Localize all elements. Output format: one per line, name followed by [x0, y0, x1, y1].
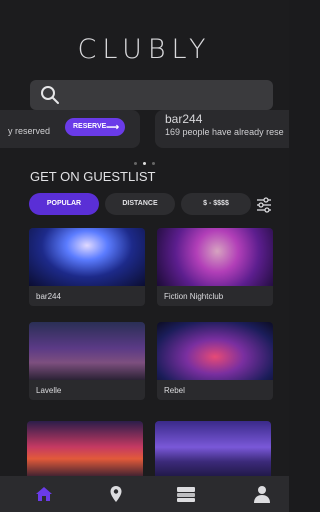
- tickets-icon[interactable]: [176, 484, 196, 504]
- reserve-label: RESERVE: [73, 123, 107, 130]
- home-icon[interactable]: [34, 484, 54, 504]
- venue-name: bar244: [36, 292, 61, 301]
- venue-name: Rebel: [164, 386, 185, 395]
- venue-image: [29, 228, 145, 286]
- venue-card-rebel[interactable]: Rebel: [157, 322, 273, 400]
- section-title: GET ON GUESTLIST: [30, 169, 156, 184]
- featured-card-text: y reserved: [8, 126, 51, 136]
- search-input[interactable]: [30, 80, 273, 110]
- venue-image: [157, 228, 273, 286]
- venue-image: [27, 421, 143, 479]
- location-pin-icon[interactable]: [106, 484, 126, 504]
- featured-card-text: 169 people have already rese: [165, 127, 284, 137]
- venue-name: Fiction Nightclub: [164, 292, 224, 301]
- profile-icon[interactable]: [252, 484, 272, 504]
- filter-chip-distance[interactable]: DISTANCE: [105, 193, 175, 215]
- featured-card-bar244[interactable]: bar244 169 people have already rese: [155, 110, 289, 148]
- venue-image: [29, 322, 145, 380]
- app-screen: CLUBLY y reserved RESERVE ⟶ bar244 169 p…: [0, 0, 289, 512]
- pagination-dot[interactable]: [152, 162, 156, 166]
- reserve-button[interactable]: RESERVE ⟶: [65, 118, 125, 136]
- app-title: CLUBLY: [77, 34, 212, 65]
- arrow-right-icon: ⟶: [106, 122, 119, 132]
- bottom-navigation: [0, 476, 289, 512]
- venue-name: Lavelle: [36, 386, 62, 395]
- featured-carousel[interactable]: y reserved RESERVE ⟶ bar244 169 people h…: [0, 110, 289, 150]
- pagination-dot[interactable]: [133, 162, 137, 166]
- pagination-dot-active[interactable]: [143, 162, 146, 166]
- sliders-icon[interactable]: [256, 197, 272, 213]
- venue-card-bar244[interactable]: bar244: [29, 228, 145, 306]
- search-icon: [41, 86, 59, 104]
- venue-image: [155, 421, 271, 479]
- venue-card-lavelle[interactable]: Lavelle: [29, 322, 145, 400]
- venue-image: [157, 322, 273, 380]
- venue-card-fiction-nightclub[interactable]: Fiction Nightclub: [157, 228, 273, 306]
- carousel-pagination: [0, 155, 289, 166]
- featured-card-previous[interactable]: y reserved RESERVE ⟶: [0, 110, 140, 148]
- filter-chip-popular[interactable]: POPULAR: [29, 193, 99, 215]
- featured-card-name: bar244: [165, 112, 203, 126]
- filter-chip-price[interactable]: $ - $$$$: [181, 193, 251, 215]
